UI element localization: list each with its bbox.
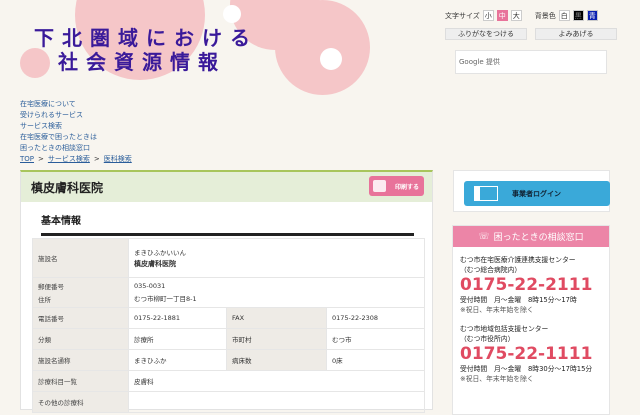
cell-value: まきひふか bbox=[128, 349, 227, 371]
nav-services[interactable]: 受けられるサービス bbox=[20, 110, 132, 121]
crumb-sep: > bbox=[93, 155, 100, 163]
table-row: 郵便番号 住所 035-0031 むつ市柳町一丁目8-1 bbox=[32, 277, 425, 308]
table-row: 診療科目一覧 皮膚科 bbox=[32, 370, 425, 392]
crumb-top[interactable]: TOP bbox=[20, 154, 34, 165]
center-hours: 受付時間 月～金曜 8時15分～17時 bbox=[460, 296, 577, 304]
crumb-service-search[interactable]: サービス検索 bbox=[48, 154, 90, 165]
building-login-icon bbox=[474, 186, 498, 201]
bg-blue-button[interactable]: 青 bbox=[586, 10, 598, 21]
center-name: むつ市地域包括支援センター bbox=[460, 325, 549, 333]
cell-label: 施設名通称 bbox=[32, 349, 129, 371]
business-login-button[interactable]: 事業者ログイン bbox=[464, 181, 610, 206]
font-large-button[interactable]: 大 bbox=[510, 10, 522, 21]
cell-value: 皮膚科 bbox=[128, 370, 425, 392]
font-small-button[interactable]: 小 bbox=[482, 10, 494, 21]
cell-label: 市町村 bbox=[226, 328, 327, 350]
consult-box: ☏ 困ったときの相談窓口 むつ市在宅医療介護連携支援センター （むつ総合病院内） … bbox=[452, 225, 610, 415]
cell-value: 診療所 bbox=[128, 328, 227, 350]
accessibility-controls: 文字サイズ 小 中 大 背景色 白 黒 青 bbox=[445, 10, 598, 21]
title-line1: 下北圏域における bbox=[34, 26, 258, 50]
cell-value: 035-0031 むつ市柳町一丁目8-1 bbox=[128, 277, 425, 308]
nav-home-care[interactable]: 在宅医療について bbox=[20, 99, 132, 110]
login-box: 事業者ログイン bbox=[453, 170, 610, 212]
search-placeholder: Google 提供 bbox=[459, 58, 500, 66]
center-note: ※祝日、年末年始を除く bbox=[460, 306, 534, 314]
nav-links: 在宅医療について 受けられるサービス サービス検索 在宅医療で困ったときは 困っ… bbox=[20, 99, 132, 165]
print-button[interactable]: 印刷する bbox=[369, 176, 424, 196]
furigana-button[interactable]: ふりがなをつける bbox=[445, 28, 527, 40]
font-medium-button[interactable]: 中 bbox=[496, 10, 508, 21]
login-label: 事業者ログイン bbox=[512, 189, 561, 198]
cell-value: むつ市 bbox=[326, 328, 425, 350]
crumb-medical-search[interactable]: 医科検索 bbox=[104, 154, 132, 165]
center-hours: 受付時間 月～金曜 8時30分～17時15分 bbox=[460, 365, 593, 373]
site-title: 下北圏域における 社会資源情報 bbox=[34, 26, 258, 74]
phone-icon: ☏ bbox=[478, 231, 490, 242]
nav-consult[interactable]: 困ったときの相談窓口 bbox=[20, 143, 132, 154]
center-tel[interactable]: 0175-22-1111 bbox=[460, 344, 602, 364]
cell-label: 施設名 bbox=[32, 238, 129, 278]
facility-kana: まきひふかいいん bbox=[134, 249, 186, 257]
cell-label: 分類 bbox=[32, 328, 129, 350]
printer-icon bbox=[373, 180, 386, 192]
cell-value: 0175-22-2308 bbox=[326, 307, 425, 329]
table-row: 施設名 まきひふかいいん 槙皮膚科医院 bbox=[32, 238, 425, 278]
decor-circle bbox=[223, 5, 241, 23]
center-name: むつ市在宅医療介護連携支援センター bbox=[460, 256, 576, 264]
table-row: 電話番号 0175-22-1881 FAX 0175-22-2308 bbox=[32, 307, 425, 329]
font-size-label: 文字サイズ bbox=[445, 11, 480, 20]
facility-title: 槙皮膚科医院 bbox=[31, 180, 104, 195]
cell-label: 郵便番号 住所 bbox=[32, 277, 129, 308]
cell-label: 病床数 bbox=[226, 349, 327, 371]
consult-title: 困ったときの相談窓口 bbox=[493, 233, 584, 243]
cell-label: 電話番号 bbox=[32, 307, 129, 329]
table-row: 分類 診療所 市町村 むつ市 bbox=[32, 328, 425, 350]
cell-value bbox=[128, 391, 425, 413]
center-tel[interactable]: 0175-22-2111 bbox=[460, 275, 602, 295]
table-row: その他の診療科 bbox=[32, 391, 425, 413]
info-table: 施設名 まきひふかいいん 槙皮膚科医院 郵便番号 住所 035-0031 むつ市柳町一丁目… bbox=[32, 238, 425, 413]
nav-trouble[interactable]: 在宅医療で困ったときは bbox=[20, 132, 132, 143]
crumb-sep: > bbox=[38, 155, 44, 163]
cell-value: 0175-22-1881 bbox=[128, 307, 227, 329]
cell-label: FAX bbox=[226, 307, 327, 329]
cell-value: 0床 bbox=[326, 349, 425, 371]
decor-circle bbox=[275, 0, 370, 95]
table-row: 施設名通称 まきひふか 病床数 0床 bbox=[32, 349, 425, 371]
cell-label: 診療科目一覧 bbox=[32, 370, 129, 392]
nav-service-search[interactable]: サービス検索 bbox=[20, 121, 132, 132]
breadcrumb: TOP > サービス検索 > 医科検索 bbox=[20, 154, 132, 165]
title-line2: 社会資源情報 bbox=[58, 50, 226, 74]
facility-name: 槙皮膚科医院 bbox=[134, 260, 176, 268]
cell-label: その他の診療科 bbox=[32, 391, 129, 413]
center-location: （むつ市役所内） bbox=[460, 335, 515, 343]
bg-white-button[interactable]: 白 bbox=[558, 10, 570, 21]
bg-black-button[interactable]: 黒 bbox=[572, 10, 584, 21]
bg-color-label: 背景色 bbox=[534, 11, 556, 20]
search-input[interactable]: Google 提供 bbox=[455, 50, 607, 74]
section-heading: 基本情報 bbox=[41, 216, 81, 227]
section-divider bbox=[41, 233, 414, 236]
print-label: 印刷する bbox=[394, 183, 419, 191]
read-aloud-button[interactable]: よみあげる bbox=[535, 28, 617, 40]
cell-value: まきひふかいいん 槙皮膚科医院 bbox=[128, 238, 425, 278]
decor-circle bbox=[320, 48, 342, 70]
facility-panel: 槙皮膚科医院 印刷する 基本情報 施設名 まきひふかいいん 槙皮膚科医院 郵便番号住… bbox=[20, 170, 433, 413]
center-note: ※祝日、年末年始を除く bbox=[460, 375, 534, 383]
center-location: （むつ総合病院内） bbox=[460, 266, 522, 274]
